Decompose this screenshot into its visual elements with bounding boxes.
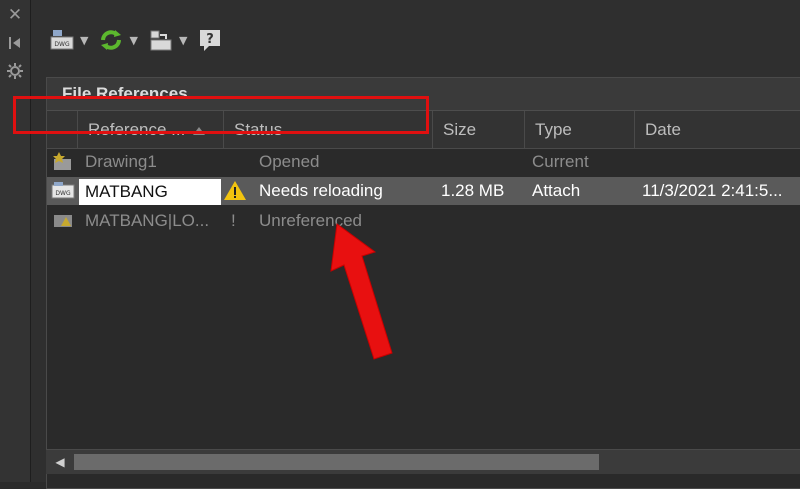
chevron-down-icon[interactable]: ▼ — [179, 34, 187, 47]
file-references-panel: File References Reference ... Status Siz… — [46, 77, 800, 489]
column-type[interactable]: Type — [524, 111, 634, 148]
sort-ascending-icon — [193, 126, 206, 135]
svg-text:?: ? — [207, 32, 215, 47]
scroll-left-arrow-icon[interactable]: ◀ — [48, 450, 72, 474]
file-references-title: File References — [47, 78, 800, 111]
attach-dwg-button[interactable]: DWG ▼ — [49, 27, 88, 53]
table-row[interactable]: Drawing1 Opened Current — [47, 148, 800, 176]
column-reference-name[interactable]: Reference ... — [77, 111, 223, 148]
date-text: 11/3/2021 2:41:5... — [642, 181, 783, 200]
column-label: Type — [535, 120, 572, 139]
change-path-icon — [148, 27, 174, 53]
svg-text:DWG: DWG — [55, 190, 71, 197]
column-label: Reference ... — [88, 120, 186, 139]
scrollbar-thumb[interactable] — [74, 454, 599, 470]
chevron-down-icon[interactable]: ▼ — [129, 34, 137, 47]
close-icon[interactable]: ✕ — [6, 6, 24, 24]
column-date[interactable]: Date — [634, 111, 800, 148]
type-text: Current — [532, 152, 589, 171]
column-label: Date — [645, 120, 681, 139]
column-size[interactable]: Size — [432, 111, 524, 148]
reference-name: Drawing1 — [85, 152, 157, 171]
refresh-button[interactable]: ▼ — [98, 27, 138, 53]
reference-name: MATBANG|LO... — [85, 211, 210, 230]
status-text: Needs reloading — [259, 181, 383, 200]
drawing-icon — [51, 148, 77, 176]
help-button[interactable]: ? — [197, 27, 223, 53]
reference-name-input[interactable]: MATBANG — [79, 179, 221, 205]
help-icon: ? — [197, 27, 223, 53]
unreferenced-marker-icon: ! — [231, 211, 236, 230]
toolbar: DWG ▼ ▼ ▼ ? — [49, 24, 233, 56]
svg-text:DWG: DWG — [54, 41, 70, 48]
status-text: Opened — [259, 152, 320, 171]
dwg-file-icon: DWG — [51, 177, 77, 205]
column-label: Size — [443, 120, 477, 139]
column-status[interactable]: Status — [223, 111, 432, 148]
chevron-down-icon[interactable]: ▼ — [80, 34, 88, 47]
table-row[interactable]: MATBANG|LO... ! Unreferenced — [47, 207, 800, 235]
auto-hide-icon[interactable] — [6, 34, 24, 52]
column-label: Status — [234, 120, 283, 139]
status-text: Unreferenced — [259, 211, 363, 230]
attach-dwg-icon: DWG — [49, 27, 75, 53]
palette-side-strip: ✕ — [0, 0, 31, 482]
size-text: 1.28 MB — [441, 181, 505, 200]
horizontal-scrollbar[interactable]: ◀ — [46, 449, 800, 474]
properties-gear-icon[interactable] — [6, 62, 24, 80]
table-row-selected[interactable]: DWG MATBANG Needs reloading 1.28 MB Atta… — [47, 177, 800, 205]
warning-icon — [223, 177, 249, 205]
unreferenced-dwg-icon — [51, 207, 77, 235]
refresh-icon — [98, 27, 124, 53]
change-path-button[interactable]: ▼ — [148, 27, 187, 53]
xref-palette: DWG ▼ ▼ ▼ ? File References Reference ..… — [31, 0, 800, 489]
column-header: Reference ... Status Size Type Date — [47, 111, 800, 149]
type-text: Attach — [532, 181, 581, 200]
